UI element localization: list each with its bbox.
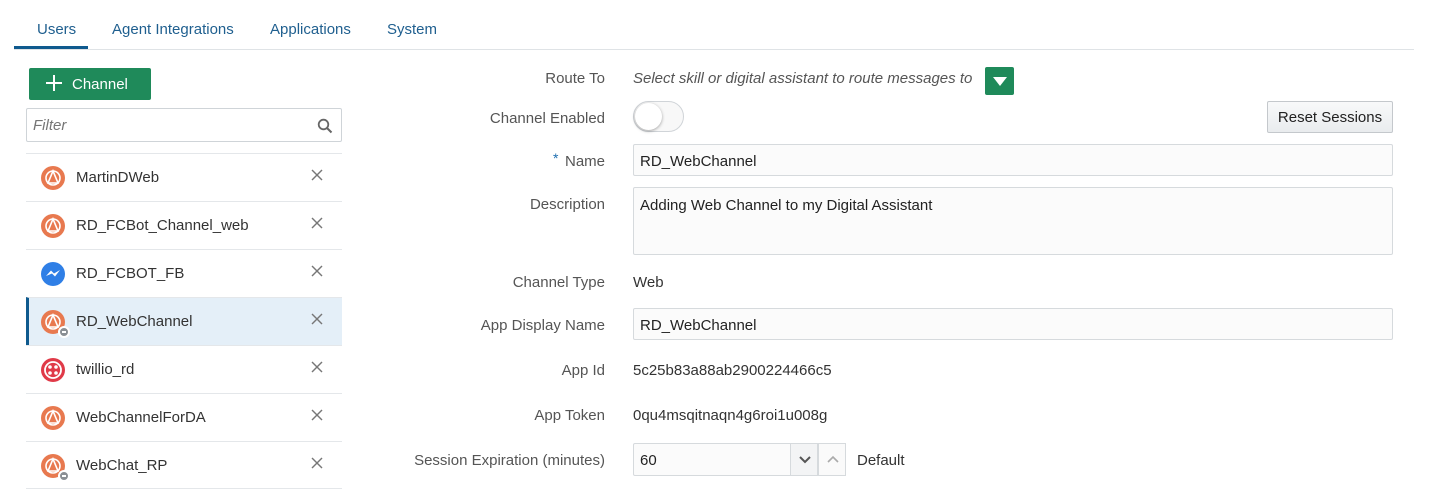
app-display-name-input[interactable]: RD_WebChannel bbox=[633, 308, 1393, 340]
channel-enabled-toggle[interactable] bbox=[633, 101, 684, 132]
close-icon[interactable] bbox=[310, 216, 324, 230]
description-label: Description bbox=[529, 196, 605, 213]
web-channel-icon bbox=[41, 166, 65, 190]
add-channel-label: Channel bbox=[72, 76, 128, 93]
web-channel-icon bbox=[41, 406, 65, 430]
channel-name: RD_FCBot_Channel_web bbox=[76, 217, 249, 234]
close-icon[interactable] bbox=[310, 168, 324, 182]
tab-applications[interactable]: Applications bbox=[270, 21, 351, 38]
filter-field bbox=[26, 108, 342, 142]
add-channel-button[interactable]: Channel bbox=[29, 68, 151, 100]
list-item[interactable]: RD_FCBot_Channel_web bbox=[26, 201, 342, 249]
tab-agent-integrations[interactable]: Agent Integrations bbox=[112, 21, 234, 38]
channel-name: WebChannelForDA bbox=[76, 409, 206, 426]
route-to-dropdown-button[interactable] bbox=[985, 67, 1014, 95]
name-input[interactable]: RD_WebChannel bbox=[633, 144, 1393, 176]
close-icon[interactable] bbox=[310, 456, 324, 470]
description-textarea[interactable]: Adding Web Channel to my Digital Assista… bbox=[633, 187, 1393, 255]
search-icon[interactable] bbox=[317, 118, 333, 134]
disabled-status-icon bbox=[58, 326, 70, 338]
channel-name: MartinDWeb bbox=[76, 169, 160, 186]
close-icon[interactable] bbox=[310, 264, 324, 278]
app-id-label: App Id bbox=[561, 362, 605, 379]
web-channel-icon bbox=[41, 214, 65, 238]
reset-sessions-button[interactable]: Reset Sessions bbox=[1267, 101, 1393, 133]
session-expiration-label: Session Expiration (minutes) bbox=[414, 452, 605, 469]
tab-users[interactable]: Users bbox=[37, 21, 76, 38]
list-item[interactable]: WebChat_RP bbox=[26, 441, 342, 489]
app-token-value: 0qu4msqitnaqn4g6roi1u008g bbox=[633, 407, 828, 424]
route-to-select[interactable]: Select skill or digital assistant to rou… bbox=[633, 70, 972, 87]
channel-enabled-label: Channel Enabled bbox=[489, 110, 605, 127]
channel-name: RD_WebChannel bbox=[76, 313, 193, 330]
twilio-icon bbox=[41, 358, 65, 382]
channel-name: WebChat_RP bbox=[76, 457, 168, 474]
toggle-knob bbox=[635, 103, 662, 130]
channel-type-value: Web bbox=[633, 274, 664, 291]
tab-bar: Users Agent Integrations Applications Sy… bbox=[14, 0, 1414, 50]
disabled-status-icon bbox=[58, 470, 70, 482]
list-item[interactable]: MartinDWeb bbox=[26, 153, 342, 201]
facebook-messenger-icon bbox=[41, 262, 65, 286]
close-icon[interactable] bbox=[310, 360, 324, 374]
default-label: Default bbox=[857, 452, 905, 469]
decrement-button[interactable] bbox=[790, 443, 818, 476]
plus-icon bbox=[46, 75, 62, 91]
active-tab-indicator bbox=[14, 46, 88, 49]
channel-name: RD_FCBOT_FB bbox=[76, 265, 185, 282]
app-token-label: App Token bbox=[534, 407, 605, 424]
required-marker: * bbox=[553, 150, 559, 166]
increment-button[interactable] bbox=[818, 443, 846, 476]
filter-input[interactable] bbox=[27, 109, 307, 141]
session-expiration-input[interactable]: 60 bbox=[633, 443, 791, 476]
channel-type-label: Channel Type bbox=[512, 274, 605, 291]
app-id-value: 5c25b83a88ab2900224466c5 bbox=[633, 362, 832, 379]
chevron-down-icon bbox=[799, 456, 811, 464]
list-item[interactable]: WebChannelForDA bbox=[26, 393, 342, 441]
route-to-label: Route To bbox=[545, 70, 605, 87]
list-item[interactable]: twillio_rd bbox=[26, 345, 342, 393]
list-item-selected[interactable]: RD_WebChannel bbox=[26, 297, 342, 345]
chevron-up-icon bbox=[827, 455, 839, 463]
app-display-name-label: App Display Name bbox=[480, 317, 605, 334]
tab-system[interactable]: System bbox=[387, 21, 437, 38]
channel-name: twillio_rd bbox=[76, 361, 135, 378]
close-icon[interactable] bbox=[310, 408, 324, 422]
list-item[interactable]: RD_FCBOT_FB bbox=[26, 249, 342, 297]
channel-list: MartinDWeb RD_FCBot_Channel_web RD_FCBOT… bbox=[26, 153, 342, 489]
name-label: Name bbox=[564, 153, 605, 170]
close-icon[interactable] bbox=[310, 312, 324, 326]
